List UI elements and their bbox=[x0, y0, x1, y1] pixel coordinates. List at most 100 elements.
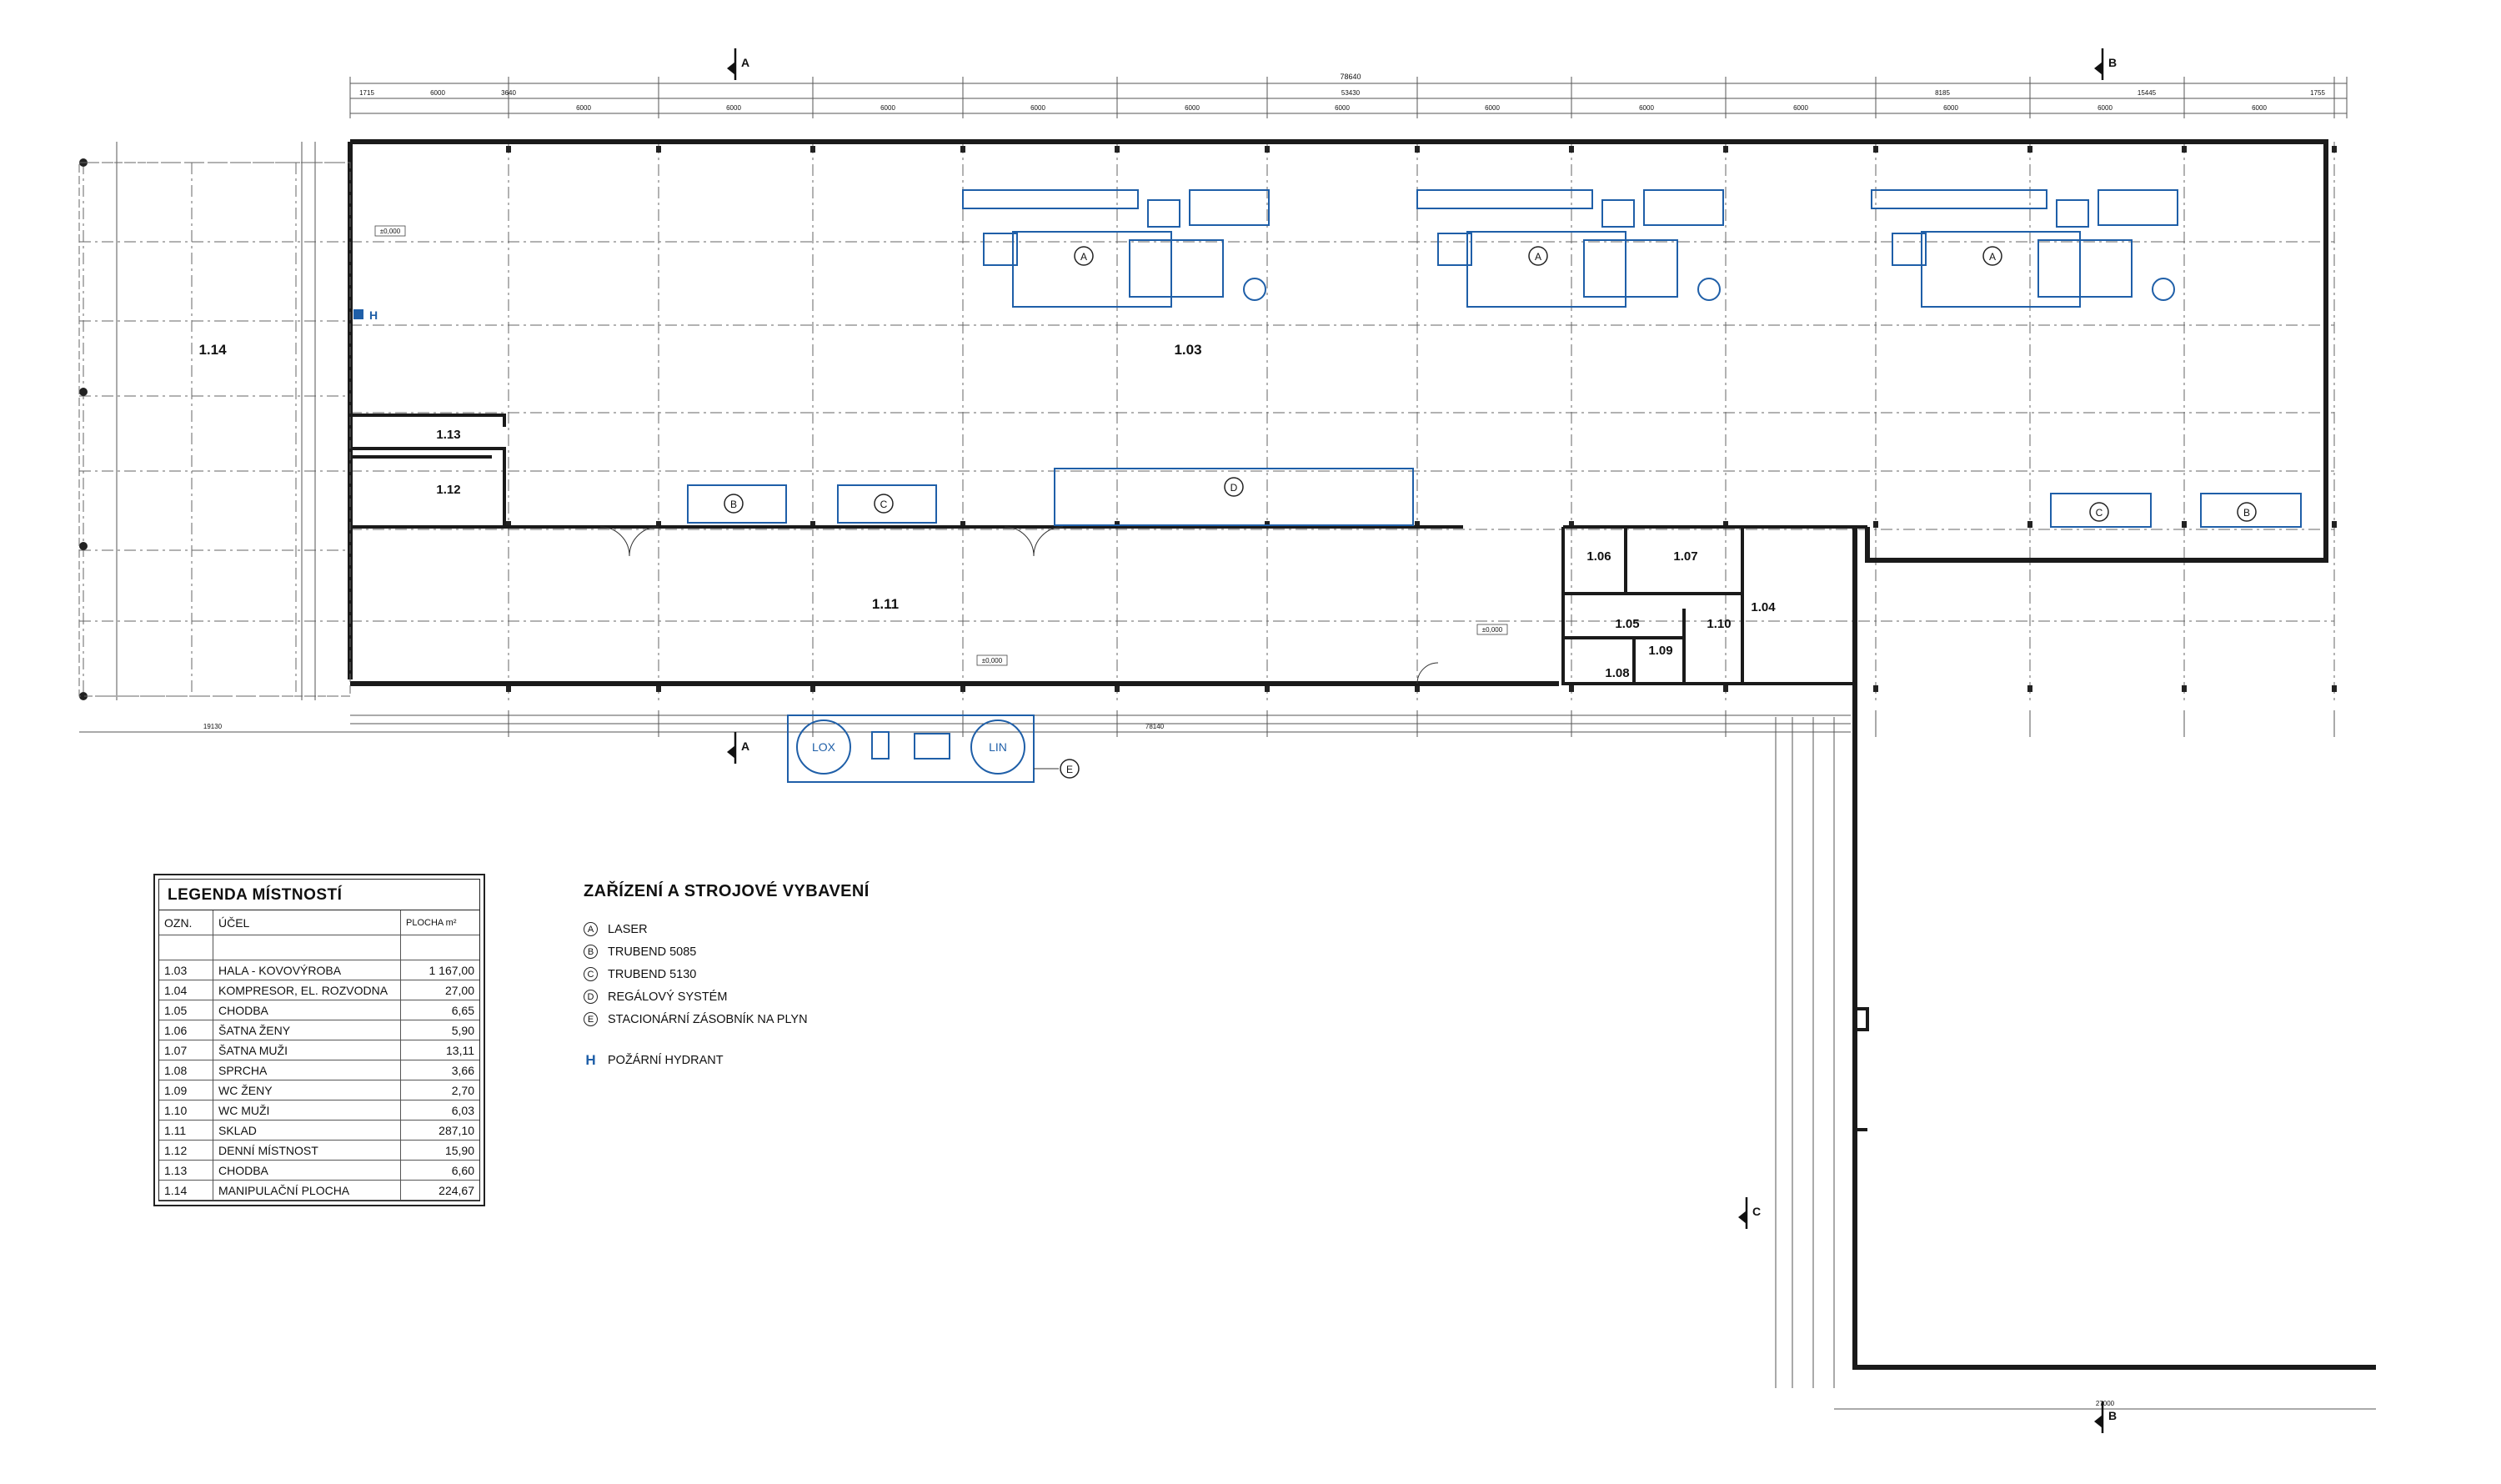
equipment-letter: A bbox=[1080, 251, 1087, 263]
hydrant-icon: H bbox=[585, 1051, 596, 1068]
equipment-outline bbox=[1054, 468, 1414, 526]
legend-room-name: KOMPRESOR, EL. ROZVODNA bbox=[213, 980, 401, 1000]
interior-wall bbox=[350, 414, 506, 427]
dimension-text: 6000 bbox=[1793, 104, 1808, 112]
column-marker bbox=[2027, 521, 2032, 528]
legend-row: 1.11 SKLAD 287,10 bbox=[159, 1120, 479, 1141]
column-marker bbox=[1115, 146, 1120, 153]
legend-room-area: 2,70 bbox=[400, 1080, 479, 1100]
column-marker bbox=[79, 542, 88, 550]
equipment-outline bbox=[1189, 189, 1270, 226]
column-marker bbox=[1415, 685, 1420, 692]
dimension-text: 6000 bbox=[1030, 104, 1045, 112]
legend-room-id: 1.03 bbox=[159, 960, 213, 980]
legend-room-area: 224,67 bbox=[400, 1180, 479, 1201]
section-arrow bbox=[727, 62, 735, 75]
legend-room-name: CHODBA bbox=[213, 1000, 401, 1020]
column-marker bbox=[960, 685, 965, 692]
dimension-text: 6000 bbox=[1639, 104, 1654, 112]
column-marker bbox=[1723, 146, 1728, 153]
hydrant-label: H bbox=[369, 308, 378, 322]
column-marker bbox=[1265, 146, 1270, 153]
equipment-item: A LASER bbox=[584, 918, 1017, 940]
equipment-title: ZAŘÍZENÍ A STROJOVÉ VYBAVENÍ bbox=[584, 882, 870, 900]
section-arrow bbox=[727, 745, 735, 759]
room-legend: LEGENDA MÍSTNOSTÍ OZN. ÚČEL PLOCHA m² 1.… bbox=[153, 874, 485, 1206]
legend-room-id: 1.04 bbox=[159, 980, 213, 1000]
legend-col-purpose: ÚČEL bbox=[213, 910, 401, 935]
equipment-list: A LASER B TRUBEND 5085 C TRUBEND 5130 D REGÁLOV… bbox=[584, 918, 1017, 1030]
dimension-text: 27000 bbox=[2096, 1400, 2115, 1407]
equipment-outline bbox=[2200, 493, 2302, 528]
column-marker bbox=[2332, 521, 2337, 528]
legend-row: 1.03 HALA - KOVOVÝROBA 1 167,00 bbox=[159, 960, 479, 980]
room-id-label: 1.12 bbox=[436, 483, 460, 497]
legend-room-area: 287,10 bbox=[400, 1120, 479, 1141]
equipment-outline bbox=[2152, 278, 2175, 301]
column-marker bbox=[506, 146, 511, 153]
column-marker bbox=[1415, 146, 1420, 153]
equipment-item: D REGÁLOVÝ SYSTÉM bbox=[584, 985, 1017, 1008]
legend-row: 1.14 MANIPULAČNÍ PLOCHA 224,67 bbox=[159, 1180, 479, 1201]
equipment-letter: A bbox=[1989, 251, 1996, 263]
column-marker bbox=[1873, 146, 1878, 153]
column-marker bbox=[1723, 685, 1728, 692]
legend-title: LEGENDA MÍSTNOSTÍ bbox=[159, 880, 479, 910]
equipment-label: TRUBEND 5130 bbox=[608, 967, 697, 981]
floor-plan: 786401715 6000 3640 53430 8185 15445 17556000 6… bbox=[78, 48, 2376, 1433]
section-arrow bbox=[2094, 62, 2103, 75]
room-id-label: 1.06 bbox=[1586, 549, 1611, 564]
equipment-outline bbox=[1697, 278, 1721, 301]
equipment-letter: C bbox=[2096, 507, 2103, 519]
column-marker bbox=[810, 685, 815, 692]
dimension-text: 6000 bbox=[1943, 104, 1958, 112]
legend-room-name: SKLAD bbox=[213, 1120, 401, 1141]
equipment-outline bbox=[1243, 278, 1266, 301]
column-marker bbox=[2332, 685, 2337, 692]
equipment-outline bbox=[1921, 231, 2081, 308]
legend-col-id: OZN. bbox=[159, 910, 213, 935]
legend-room-name: ŠATNA MUŽI bbox=[213, 1040, 401, 1060]
column-marker bbox=[2332, 146, 2337, 153]
legend-room-id: 1.05 bbox=[159, 1000, 213, 1020]
legend-room-area: 6,60 bbox=[400, 1160, 479, 1181]
legend-room-area: 27,00 bbox=[400, 980, 479, 1000]
level-tag-text: ±0,000 bbox=[1482, 626, 1503, 634]
dimension-text: 15445 bbox=[2138, 89, 2157, 97]
legend-header-row: OZN. ÚČEL PLOCHA m² bbox=[159, 910, 479, 935]
equipment-item: B TRUBEND 5085 bbox=[584, 940, 1017, 963]
dimension-text: 6000 bbox=[726, 104, 741, 112]
door-swing bbox=[599, 526, 659, 557]
section-label: B bbox=[2108, 56, 2117, 69]
legend-room-area: 15,90 bbox=[400, 1140, 479, 1161]
legend-room-name: ŠATNA ŽENY bbox=[213, 1020, 401, 1040]
equipment-outline bbox=[962, 189, 1139, 209]
section-label: B bbox=[2108, 1409, 2117, 1422]
equipment-outline bbox=[1416, 189, 1593, 209]
legend-room-id: 1.11 bbox=[159, 1120, 213, 1141]
legend-row: 1.09 WC ŽENY 2,70 bbox=[159, 1080, 479, 1100]
legend-room-area: 5,90 bbox=[400, 1020, 479, 1040]
dimension-text: 6000 bbox=[576, 104, 591, 112]
dimension-text: 1755 bbox=[2310, 89, 2325, 97]
legend-room-name: SPRCHA bbox=[213, 1060, 401, 1080]
legend-room-id: 1.09 bbox=[159, 1080, 213, 1100]
section-label: C bbox=[1752, 1205, 1761, 1218]
hydrant-marker bbox=[353, 309, 363, 319]
legend-spacer-row bbox=[159, 935, 479, 960]
dimension-text: 6000 bbox=[1335, 104, 1350, 112]
equipment-outline bbox=[1129, 239, 1224, 298]
dimension-text: 78640 bbox=[1340, 73, 1361, 81]
dimension-text: 19130 bbox=[203, 723, 223, 730]
equipment-outline bbox=[871, 731, 890, 760]
legend-room-name: DENNÍ MÍSTNOST bbox=[213, 1140, 401, 1161]
section-label: A bbox=[741, 56, 749, 69]
dimension-text: 6000 bbox=[2252, 104, 2267, 112]
interior-wall bbox=[350, 447, 506, 527]
door-swing bbox=[1004, 526, 1064, 557]
dimension-text: 6000 bbox=[1485, 104, 1500, 112]
dimension-text: 6000 bbox=[430, 89, 445, 97]
equipment-outline bbox=[914, 733, 950, 760]
legend-table: OZN. ÚČEL PLOCHA m² 1.03 HALA - KOVOVÝROB… bbox=[159, 910, 479, 1201]
room-labels: 1.03 1.04 1.05 1.06 1.07 1.08 1.09 1.10 1.11 1.12… bbox=[198, 225, 1776, 680]
